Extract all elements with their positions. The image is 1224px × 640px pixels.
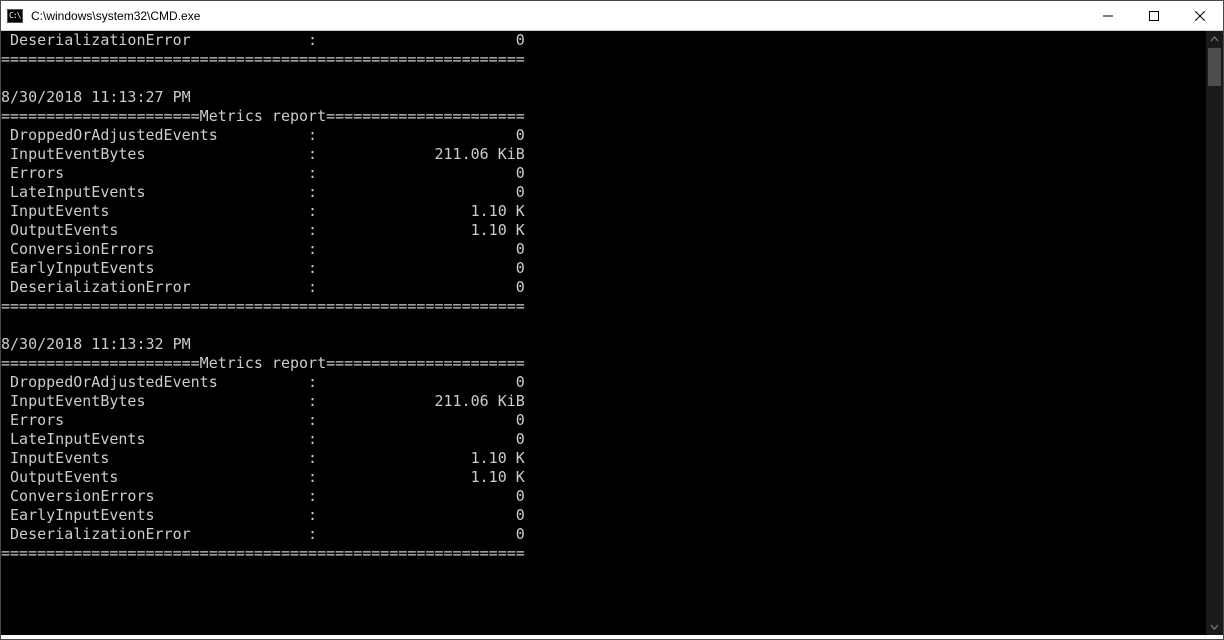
scroll-thumb[interactable] — [1208, 48, 1221, 86]
window-controls — [1085, 1, 1223, 31]
maximize-button[interactable] — [1131, 1, 1177, 31]
cmd-icon: C:\. — [7, 9, 23, 23]
terminal-output[interactable]: DeserializationError : 0 ===============… — [1, 31, 1206, 635]
bottom-frame-strip — [1, 635, 1223, 639]
chevron-down-icon — [1210, 622, 1219, 631]
maximize-icon — [1149, 11, 1159, 21]
scroll-up-button[interactable] — [1206, 31, 1223, 48]
cmd-window: C:\. C:\windows\system32\CMD.exe — [0, 0, 1224, 640]
vertical-scrollbar[interactable] — [1206, 31, 1223, 635]
scroll-down-button[interactable] — [1206, 618, 1223, 635]
chevron-up-icon — [1210, 35, 1219, 44]
titlebar[interactable]: C:\. C:\windows\system32\CMD.exe — [1, 1, 1223, 31]
window-title: C:\windows\system32\CMD.exe — [29, 9, 1085, 23]
client-area: DeserializationError : 0 ===============… — [1, 31, 1223, 635]
close-button[interactable] — [1177, 1, 1223, 31]
minimize-icon — [1103, 11, 1113, 21]
minimize-button[interactable] — [1085, 1, 1131, 31]
window-icon-slot: C:\. — [1, 1, 29, 31]
close-icon — [1195, 11, 1205, 21]
scroll-track[interactable] — [1206, 48, 1223, 618]
